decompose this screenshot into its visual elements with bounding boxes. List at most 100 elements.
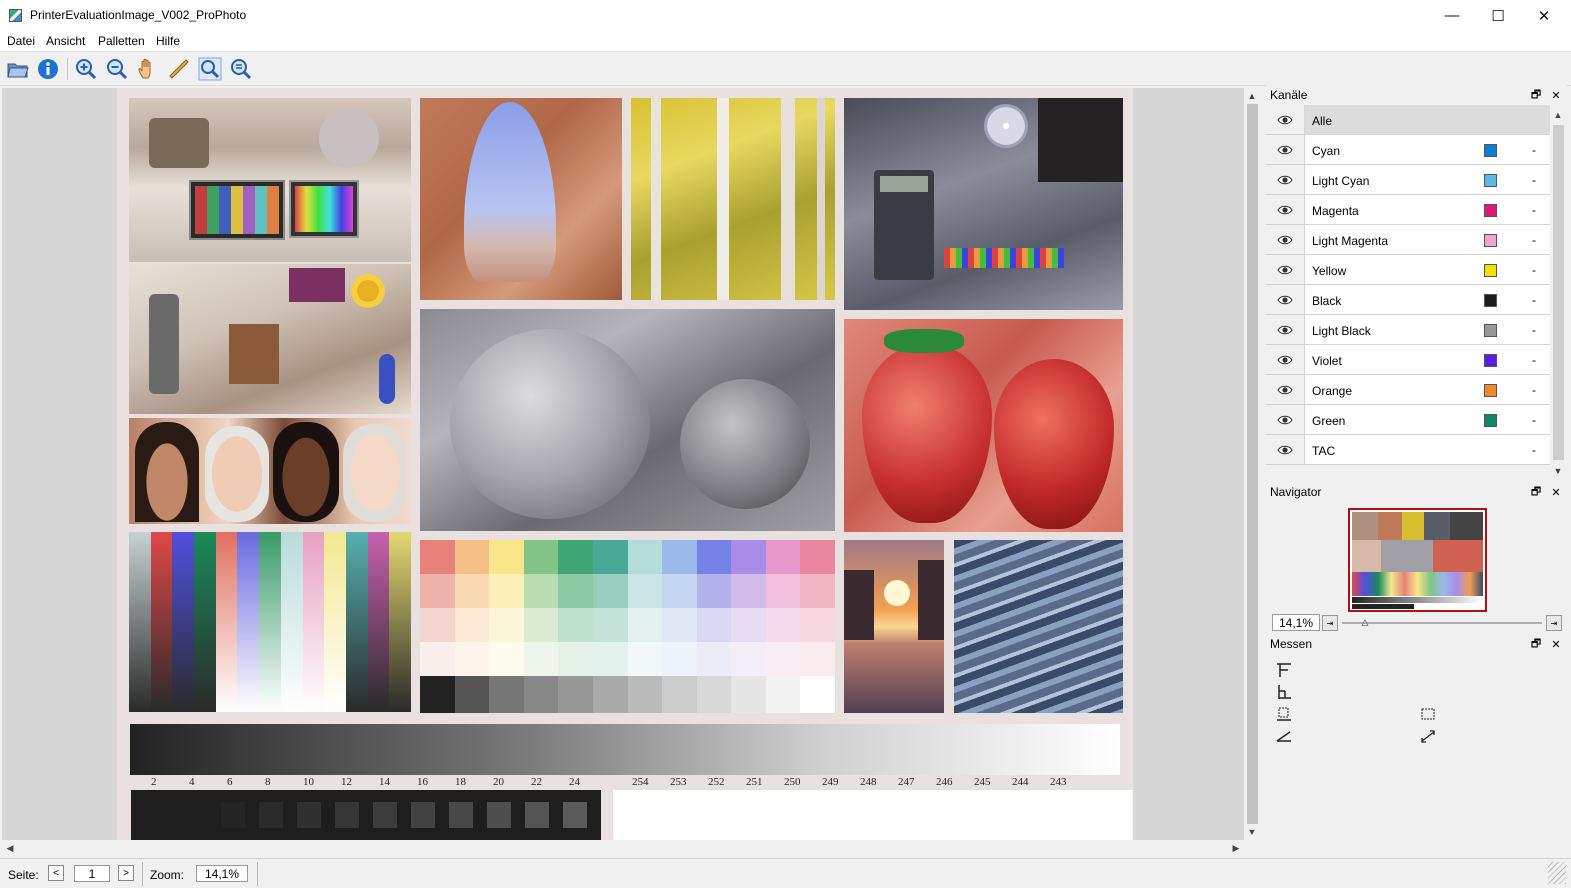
- eye-icon[interactable]: [1266, 195, 1305, 224]
- vertical-scrollbar[interactable]: ▲ ▼: [1244, 88, 1261, 840]
- color-patch: [731, 642, 767, 676]
- strawberries-photo: [844, 319, 1123, 532]
- channel-value: -: [1532, 263, 1536, 277]
- measure-top-icon[interactable]: [1274, 661, 1294, 679]
- eye-icon[interactable]: [1266, 315, 1305, 344]
- channels-scroll-up-icon[interactable]: ▲: [1550, 107, 1566, 123]
- measure-left-icon[interactable]: [1274, 683, 1294, 701]
- eye-icon[interactable]: [1266, 435, 1305, 464]
- zoom-in-small-icon[interactable]: ⇥: [1546, 615, 1562, 631]
- color-patch-grid: [420, 540, 835, 713]
- channels-scrollbar[interactable]: ▲ ▼: [1550, 105, 1567, 480]
- shadow-patch: [183, 802, 207, 828]
- scroll-left-icon[interactable]: ◀: [2, 840, 18, 856]
- color-patch: [800, 608, 835, 642]
- minimize-button[interactable]: —: [1429, 0, 1475, 31]
- channel-row-tac[interactable]: TAC -: [1266, 435, 1550, 465]
- eye-icon[interactable]: [1266, 255, 1305, 284]
- channels-scroll-thumb[interactable]: [1553, 125, 1564, 460]
- channel-row-green[interactable]: Green -: [1266, 405, 1550, 435]
- hand-pan-icon[interactable]: [135, 56, 161, 82]
- channel-name: Green: [1312, 414, 1346, 428]
- toolbar-separator: [67, 58, 68, 80]
- zoom-fit-icon[interactable]: [197, 56, 223, 82]
- color-patch: [627, 574, 663, 608]
- info-icon[interactable]: [35, 56, 61, 82]
- shadow-patch: [335, 802, 359, 828]
- step-label: 254: [632, 776, 649, 788]
- channel-row-black[interactable]: Black -: [1266, 285, 1550, 315]
- menu-datei[interactable]: Datei: [7, 34, 35, 48]
- zoom-out-small-icon[interactable]: ⇥: [1322, 615, 1338, 631]
- close-panel-icon[interactable]: ✕: [1548, 87, 1564, 103]
- color-patch: [800, 642, 835, 676]
- ruler-icon[interactable]: [166, 56, 192, 82]
- zoom-actual-icon[interactable]: [228, 56, 254, 82]
- step-label: 24: [569, 776, 580, 788]
- scroll-up-icon[interactable]: ▲: [1244, 88, 1260, 104]
- eye-icon[interactable]: [1266, 375, 1305, 404]
- open-folder-icon[interactable]: [5, 56, 31, 82]
- scroll-right-icon[interactable]: ▶: [1228, 840, 1244, 856]
- eye-icon[interactable]: [1266, 345, 1305, 374]
- close-button[interactable]: ✕: [1521, 0, 1567, 31]
- scroll-down-icon[interactable]: ▼: [1244, 824, 1260, 840]
- step-label: 14: [379, 776, 390, 788]
- channel-row-violet[interactable]: Violet -: [1266, 345, 1550, 375]
- zoom-out-icon[interactable]: [104, 56, 130, 82]
- eye-icon[interactable]: [1266, 135, 1305, 164]
- color-patch: [420, 642, 456, 676]
- channel-name: Cyan: [1312, 144, 1341, 158]
- zoom-in-icon[interactable]: [73, 56, 99, 82]
- float-panel-icon[interactable]: 🗗: [1528, 87, 1544, 103]
- prev-page-button[interactable]: <: [48, 865, 64, 881]
- resize-grip-icon[interactable]: [1548, 862, 1566, 884]
- page-number-input[interactable]: 1: [74, 865, 110, 882]
- eye-icon[interactable]: [1266, 105, 1305, 134]
- measure-bottom-icon[interactable]: [1274, 705, 1294, 723]
- channel-row-light-magenta[interactable]: Light Magenta -: [1266, 225, 1550, 255]
- zoom-value-field[interactable]: 14,1%: [196, 865, 248, 882]
- close-panel-icon[interactable]: ✕: [1548, 636, 1564, 652]
- next-page-button[interactable]: >: [118, 865, 134, 881]
- image-viewer[interactable]: 2 4 6 8 10 12 14 16 18 20 22 24 254 253 252 251 250 249 24…: [2, 88, 1244, 840]
- float-panel-icon[interactable]: 🗗: [1528, 484, 1544, 500]
- channel-row-magenta[interactable]: Magenta -: [1266, 195, 1550, 225]
- eye-icon[interactable]: [1266, 405, 1305, 434]
- ramp-column: [280, 532, 303, 712]
- channel-row-orange[interactable]: Orange -: [1266, 375, 1550, 405]
- channel-name: Violet: [1312, 354, 1342, 368]
- measure-panel-title: Messen: [1270, 637, 1313, 651]
- channel-row-light-cyan[interactable]: Light Cyan -: [1266, 165, 1550, 195]
- measure-angle-icon[interactable]: [1274, 727, 1294, 745]
- navigator-zoom-slider-track[interactable]: [1342, 622, 1542, 624]
- vertical-scroll-thumb[interactable]: [1247, 104, 1258, 824]
- channel-value: -: [1532, 413, 1536, 427]
- maximize-button[interactable]: ☐: [1475, 0, 1521, 31]
- menu-palletten[interactable]: Palletten: [98, 34, 145, 48]
- color-patch: [662, 642, 698, 676]
- channel-row-yellow[interactable]: Yellow -: [1266, 255, 1550, 285]
- measure-rect-icon[interactable]: [1418, 705, 1438, 723]
- channel-name: Alle: [1312, 114, 1333, 128]
- color-patch: [662, 540, 698, 574]
- channels-scroll-down-icon[interactable]: ▼: [1550, 463, 1566, 479]
- color-patch: [420, 574, 456, 608]
- channel-row-cyan[interactable]: Cyan -: [1266, 135, 1550, 165]
- eye-icon[interactable]: [1266, 165, 1305, 194]
- channel-row-light-black[interactable]: Light Black -: [1266, 315, 1550, 345]
- measure-distance-icon[interactable]: [1418, 727, 1438, 745]
- eye-icon[interactable]: [1266, 225, 1305, 254]
- color-patch: [662, 608, 698, 642]
- channel-row-alle[interactable]: Alle: [1266, 105, 1550, 135]
- color-patch: [627, 540, 663, 574]
- navigator-zoom-field[interactable]: 14,1%: [1272, 614, 1320, 631]
- float-panel-icon[interactable]: 🗗: [1528, 636, 1544, 652]
- eye-icon[interactable]: [1266, 285, 1305, 314]
- menu-ansicht[interactable]: Ansicht: [46, 34, 85, 48]
- close-panel-icon[interactable]: ✕: [1548, 484, 1564, 500]
- navigator-zoom-slider-thumb[interactable]: △: [1360, 617, 1370, 627]
- navigator-thumbnail[interactable]: [1348, 508, 1487, 612]
- menu-hilfe[interactable]: Hilfe: [156, 34, 180, 48]
- horizontal-scrollbar[interactable]: ◀ ▶: [2, 840, 1244, 856]
